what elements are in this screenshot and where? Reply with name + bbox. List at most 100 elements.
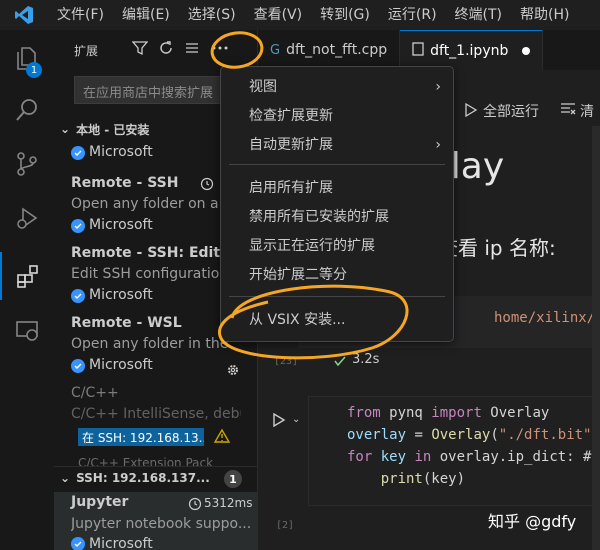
menu-terminal[interactable]: 终端(T): [446, 0, 511, 30]
verified-icon: [71, 218, 85, 233]
tab-dft-1-ipynb[interactable]: dft_1.ipynb: [400, 30, 544, 70]
code-token: overlay: [347, 427, 407, 443]
code-token: for: [347, 449, 373, 465]
menu-run[interactable]: 运行(R): [379, 0, 446, 30]
context-menu-item-label: 视图: [249, 79, 277, 95]
context-menu-item-label: 启用所有扩展: [249, 180, 333, 196]
extension-publisher: Microsoft: [89, 536, 153, 550]
code-token: from: [347, 405, 381, 421]
code-token: key: [372, 449, 415, 465]
extension-name: Jupyter: [71, 494, 129, 510]
markdown-text: 查看 ip 名称:: [438, 236, 556, 260]
scrollbar[interactable]: [592, 126, 600, 550]
ssh-install-tag: 在 SSH: 192.168.13...: [78, 428, 204, 446]
run-all-icon[interactable]: [464, 102, 478, 122]
code-token: (key): [422, 471, 466, 487]
clear-list-icon[interactable]: [184, 40, 200, 59]
extension-description: C/C++ IntelliSense, debu...: [71, 406, 241, 422]
extension-publisher: Microsoft: [89, 357, 153, 373]
menu-help[interactable]: 帮助(H): [511, 0, 578, 30]
menu-file[interactable]: 文件(F): [48, 0, 113, 30]
remote-explorer-icon[interactable]: [0, 306, 54, 354]
title-bar: 文件(F) 编辑(E) 选择(S) 查看(V) 转到(G) 运行(R) 终端(T…: [0, 0, 600, 30]
history-icon: [188, 496, 202, 515]
code-token: overlay.ip_dict: #: [431, 449, 592, 465]
run-cell-icon[interactable]: [272, 412, 286, 432]
cpp-file-icon: G: [270, 42, 281, 58]
context-menu-item[interactable]: 自动更新扩展 ›: [221, 131, 453, 159]
tab-dft-not-fft[interactable]: G dft_not_fft.cpp: [258, 30, 401, 70]
files-badge: 1: [26, 62, 42, 78]
menu-selection[interactable]: 选择(S): [179, 0, 245, 30]
menu-view[interactable]: 查看(V): [245, 0, 312, 30]
verified-icon: [71, 537, 85, 550]
chevron-down-icon: ⌄: [60, 470, 71, 485]
extension-publisher: Microsoft: [89, 144, 153, 160]
extension-description: Open any folder on a r: [71, 196, 229, 212]
code-token: in: [414, 449, 432, 465]
notebook-file-icon: [412, 41, 424, 60]
context-menu: 视图 › 检查扩展更新自动更新扩展 › 启用所有扩展禁用所有已安装的扩展 显示正在运行的扩…: [220, 66, 454, 342]
code-token: Overlay: [431, 427, 491, 443]
extension-description: Open any folder in the: [71, 336, 229, 352]
context-menu-item-label: 显示正在运行的扩展: [249, 238, 375, 254]
code-token: (: [490, 427, 499, 443]
extension-publisher: Microsoft: [89, 217, 153, 233]
extension-item-jupyter[interactable]: Jupyter 5312ms Jupyter notebook suppo...…: [54, 492, 258, 550]
history-icon: [200, 176, 214, 195]
context-menu-item[interactable]: 检查扩展更新: [221, 102, 453, 130]
context-menu-item-label: 禁用所有已安装的扩展: [249, 209, 389, 225]
editor-tabs: G dft_not_fft.cpp dft_1.ipynb: [258, 30, 600, 70]
refresh-icon[interactable]: [158, 40, 174, 59]
activity-bar: 1: [0, 30, 54, 550]
context-menu-separator: [229, 164, 445, 165]
section-ssh-installed[interactable]: ⌄ SSH: 192.168.137... 1: [54, 466, 257, 488]
run-debug-icon[interactable]: [0, 194, 54, 242]
code-token: import: [431, 405, 482, 421]
search-icon[interactable]: [0, 86, 54, 134]
clear-outputs-icon[interactable]: [560, 102, 576, 120]
more-actions-icon[interactable]: [210, 40, 230, 59]
code-line: from pynq import Overlay: [347, 405, 549, 421]
context-menu-item[interactable]: 开始扩展二等分: [221, 261, 453, 289]
context-menu-item[interactable]: 显示正在运行的扩展: [221, 232, 453, 260]
verified-icon: [71, 145, 85, 160]
menu-go[interactable]: 转到(G): [311, 0, 379, 30]
context-menu-item[interactable]: 启用所有扩展: [221, 174, 453, 202]
code-token: print: [347, 471, 423, 487]
extension-description: Edit SSH configuration: [71, 266, 229, 282]
execution-time: 3.2s: [352, 352, 380, 367]
chevron-down-icon[interactable]: ⌄: [292, 414, 300, 425]
clear-outputs-button[interactable]: 清: [580, 101, 594, 121]
context-menu-item[interactable]: 从 VSIX 安装...: [221, 306, 453, 334]
code-line: print(key): [347, 471, 465, 487]
unsaved-dot-icon[interactable]: [522, 46, 531, 55]
menu-edit[interactable]: 编辑(E): [113, 0, 179, 30]
ssh-count-badge: 1: [224, 470, 242, 488]
watermark: 知乎 @gdfy: [488, 512, 577, 531]
context-menu-item[interactable]: 禁用所有已安装的扩展: [221, 203, 453, 231]
chevron-right-icon: ›: [435, 137, 441, 153]
output-path: home/xilinx/jupyte: [494, 310, 600, 326]
gear-icon[interactable]: [226, 362, 240, 381]
chevron-right-icon: ›: [435, 79, 441, 95]
context-menu-item-label: 开始扩展二等分: [249, 267, 347, 283]
extension-description: Jupyter notebook suppo...: [71, 516, 251, 532]
verified-icon: [71, 288, 85, 303]
extension-extra-line: C/C++ Extension Pack: [78, 456, 214, 466]
extension-activation-time: 5312ms: [204, 496, 253, 510]
extension-name: C/C++: [71, 385, 119, 401]
vscode-logo-icon: [0, 0, 48, 30]
extensions-icon[interactable]: [0, 252, 54, 300]
run-all-button[interactable]: 全部运行: [483, 101, 539, 121]
sidebar-title: 扩展: [74, 43, 99, 58]
context-menu-item[interactable]: 视图 ›: [221, 73, 453, 101]
code-token: "./dft.bit": [498, 427, 592, 443]
code-cell[interactable]: from pynq import Overlay overlay = Overla…: [308, 396, 600, 506]
filter-icon[interactable]: [131, 40, 149, 59]
context-menu-item-label: 检查扩展更新: [249, 108, 333, 124]
code-line: for key in overlay.ip_dict: #: [347, 449, 591, 465]
source-control-icon[interactable]: [0, 140, 54, 188]
files-icon[interactable]: 1: [0, 34, 54, 82]
code-token: =: [406, 427, 432, 443]
